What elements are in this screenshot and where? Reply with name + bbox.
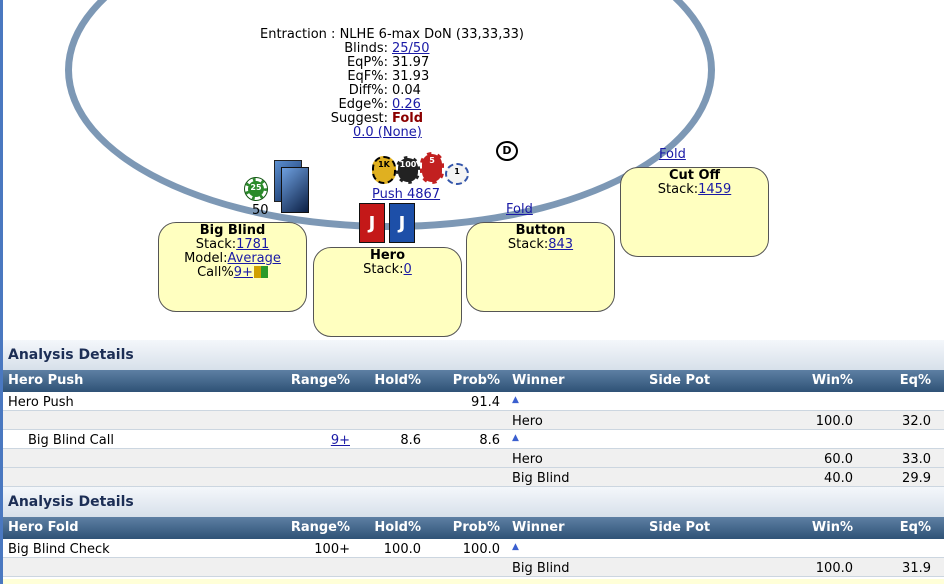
hole-card-2: J: [389, 203, 415, 243]
poker-table-area: Entraction : NLHE 6-max DoN (33,33,33) B…: [3, 0, 944, 340]
edge-label: Edge%:: [338, 97, 388, 112]
cutoff-stack-link[interactable]: 1459: [698, 182, 731, 197]
bb-call-link[interactable]: 9+: [234, 265, 253, 280]
col-header: Eq%: [899, 373, 931, 388]
range-bar-icon: [253, 266, 268, 278]
bb-chip-icon: 25: [244, 177, 268, 201]
section-title: Analysis Details: [3, 487, 944, 517]
col-header: Prob%: [452, 520, 500, 535]
cutoff-action-link[interactable]: Fold: [659, 147, 686, 162]
chip-1k-icon: 1K: [372, 156, 396, 184]
seat-big-blind[interactable]: Big Blind Stack:1781 Model:Average Call%…: [158, 222, 307, 312]
col-header: Hero Push: [8, 373, 84, 388]
hero-stack-link[interactable]: 0: [404, 262, 412, 277]
range-link[interactable]: 9+: [331, 433, 350, 448]
chip-5-icon: 5: [420, 152, 444, 184]
seat-name: Big Blind: [199, 223, 266, 238]
suggest-label: Suggest:: [330, 111, 388, 126]
section-title: Analysis Details: [3, 340, 944, 370]
seat-hero[interactable]: Hero Stack:0: [313, 247, 462, 337]
seat-cutoff[interactable]: Cut Off Stack:1459: [620, 167, 769, 257]
col-header: Winner: [512, 373, 565, 388]
diff-label: Diff%:: [348, 83, 388, 98]
eqf-value: 31.93: [392, 69, 430, 84]
suggest-value: Fold: [392, 111, 424, 126]
site-label: Entraction :: [260, 27, 336, 42]
game-title: NLHE 6-max DoN (33,33,33): [339, 27, 524, 42]
col-header: Prob%: [452, 373, 500, 388]
button-action-link[interactable]: Fold: [506, 202, 533, 217]
expand-arrow-icon[interactable]: ▲: [512, 395, 519, 405]
col-header: Side Pot: [649, 520, 711, 535]
blinds-label: Blinds:: [344, 41, 388, 56]
bottom-strip: [3, 579, 944, 584]
table-row: Hero Push 91.4 ▲: [3, 392, 944, 411]
bb-bet-amount: 50: [252, 203, 269, 218]
analysis-section-push: Analysis Details Hero Push Range% Hold% …: [3, 340, 944, 487]
table-header: Hero Fold Range% Hold% Prob% Winner Side…: [3, 517, 944, 539]
table-row: Big Blind Call 9+ 8.6 8.6 ▲: [3, 430, 944, 449]
table-row: Big Blind Check 100.0 100+ 100.0 ▲: [3, 539, 944, 558]
edge-link[interactable]: 0.26: [392, 97, 421, 112]
col-header: Win%: [811, 520, 853, 535]
col-header: Eq%: [899, 520, 931, 535]
diff-value: 0.04: [392, 83, 421, 98]
table-row: Hero 100.0 32.0: [3, 411, 944, 430]
eqf-label: EqF%:: [347, 69, 388, 84]
blinds-link[interactable]: 25/50: [392, 41, 429, 56]
seat-name: Hero: [369, 248, 406, 263]
chip-1-icon: 1: [445, 163, 469, 185]
table-row: Hero 60.0 33.0: [3, 449, 944, 468]
card-deck-icon-front: [281, 167, 309, 213]
bb-model-link[interactable]: Average: [228, 251, 281, 266]
dealer-button: D: [496, 141, 518, 161]
analysis-section-fold: Analysis Details Hero Fold Range% Hold% …: [3, 487, 944, 577]
suggest-sub-link[interactable]: 0.0 (None): [353, 125, 422, 140]
push-amount-link[interactable]: Push 4867: [372, 187, 440, 202]
button-stack-link[interactable]: 843: [548, 237, 573, 252]
col-header: Range%: [290, 373, 350, 388]
seat-name: Button: [515, 223, 566, 238]
col-header: Hero Fold: [8, 520, 79, 535]
col-header: Side Pot: [649, 373, 711, 388]
col-header: Hold%: [374, 373, 421, 388]
hole-card-1: J: [359, 203, 385, 243]
table-row: Big Blind 40.0 29.9: [3, 468, 944, 487]
table-header: Hero Push Range% Hold% Prob% Winner Side…: [3, 370, 944, 392]
col-header: Hold%: [374, 520, 421, 535]
expand-arrow-icon[interactable]: ▲: [512, 542, 519, 552]
eqp-value: 31.97: [392, 55, 430, 70]
col-header: Range%: [290, 520, 350, 535]
chip-100-icon: 100: [396, 156, 420, 184]
seat-button[interactable]: Button Stack:843: [466, 222, 615, 312]
eqp-label: EqP%:: [346, 55, 388, 70]
seat-name: Cut Off: [668, 168, 721, 183]
col-header: Win%: [811, 373, 853, 388]
bb-stack-link[interactable]: 1781: [236, 237, 269, 252]
expand-arrow-icon[interactable]: ▲: [512, 433, 519, 443]
col-header: Winner: [512, 520, 565, 535]
table-row: Big Blind 100.0 31.9: [3, 558, 944, 577]
